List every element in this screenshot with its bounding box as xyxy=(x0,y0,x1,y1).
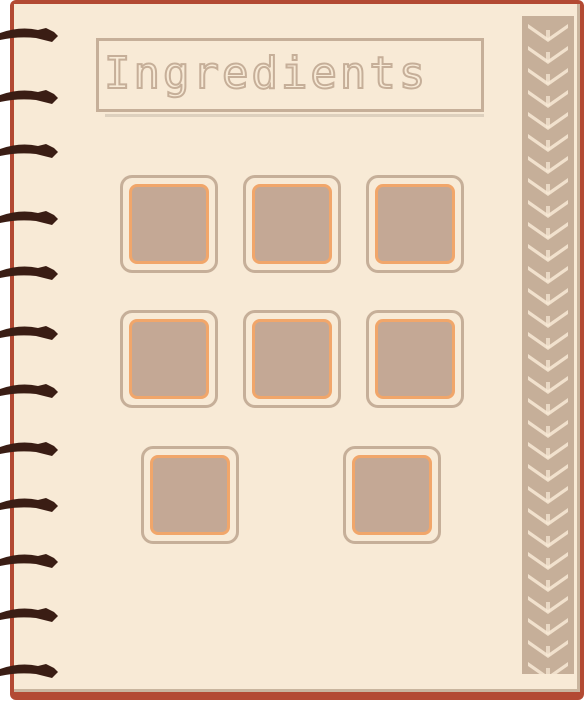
spiral-ring xyxy=(0,322,60,344)
strip-stitch xyxy=(546,30,550,40)
strip-stitch xyxy=(546,448,550,458)
ingredient-slot-7[interactable] xyxy=(141,446,239,544)
ingredient-slot-2[interactable] xyxy=(243,175,341,273)
slot-well xyxy=(150,455,230,535)
slot-well xyxy=(129,184,209,264)
slot-well xyxy=(129,319,209,399)
slot-well xyxy=(252,319,332,399)
strip-stitch xyxy=(546,558,550,568)
strip-stitch xyxy=(546,624,550,634)
strip-stitch xyxy=(546,184,550,194)
strip-stitch xyxy=(546,272,550,282)
spiral-ring xyxy=(0,140,60,162)
ingredient-slot-1[interactable] xyxy=(120,175,218,273)
strip-stitch xyxy=(546,580,550,590)
slot-well xyxy=(352,455,432,535)
slot-well xyxy=(252,184,332,264)
strip-stitch xyxy=(546,206,550,216)
spiral-ring xyxy=(0,86,60,108)
spiral-ring xyxy=(0,380,60,402)
ingredient-slot-3[interactable] xyxy=(366,175,464,273)
strip-stitch xyxy=(546,118,550,128)
strip-stitch xyxy=(546,52,550,62)
strip-stitch xyxy=(546,316,550,326)
strip-stitch xyxy=(546,668,550,674)
decorative-border-strip xyxy=(522,16,574,674)
page-title: Ingredients xyxy=(103,47,429,100)
strip-stitch xyxy=(546,470,550,480)
ingredient-slot-4[interactable] xyxy=(120,310,218,408)
strip-stitch xyxy=(546,96,550,106)
ingredient-slot-5[interactable] xyxy=(243,310,341,408)
strip-stitch xyxy=(546,360,550,370)
strip-stitch xyxy=(546,536,550,546)
spiral-ring xyxy=(0,24,60,46)
ingredient-slot-6[interactable] xyxy=(366,310,464,408)
strip-stitch xyxy=(546,404,550,414)
strip-stitch xyxy=(546,294,550,304)
ingredient-slot-8[interactable] xyxy=(343,446,441,544)
strip-stitch xyxy=(546,228,550,238)
spiral-ring xyxy=(0,207,60,229)
spiral-ring xyxy=(0,660,60,682)
strip-stitch xyxy=(546,602,550,612)
strip-stitch xyxy=(546,492,550,502)
spiral-ring xyxy=(0,494,60,516)
slot-well xyxy=(375,319,455,399)
strip-stitch xyxy=(546,140,550,150)
strip-stitch xyxy=(546,514,550,524)
spiral-ring xyxy=(0,438,60,460)
strip-stitch xyxy=(546,426,550,436)
strip-stitch xyxy=(546,162,550,172)
strip-stitch xyxy=(546,646,550,656)
strip-stitch xyxy=(546,74,550,84)
recipe-notebook: Ingredients xyxy=(0,0,588,705)
slot-well xyxy=(375,184,455,264)
strip-stitch xyxy=(546,250,550,260)
spiral-ring xyxy=(0,604,60,626)
spiral-ring xyxy=(0,550,60,572)
strip-stitch xyxy=(546,382,550,392)
strip-stitch xyxy=(546,338,550,348)
spiral-ring xyxy=(0,262,60,284)
